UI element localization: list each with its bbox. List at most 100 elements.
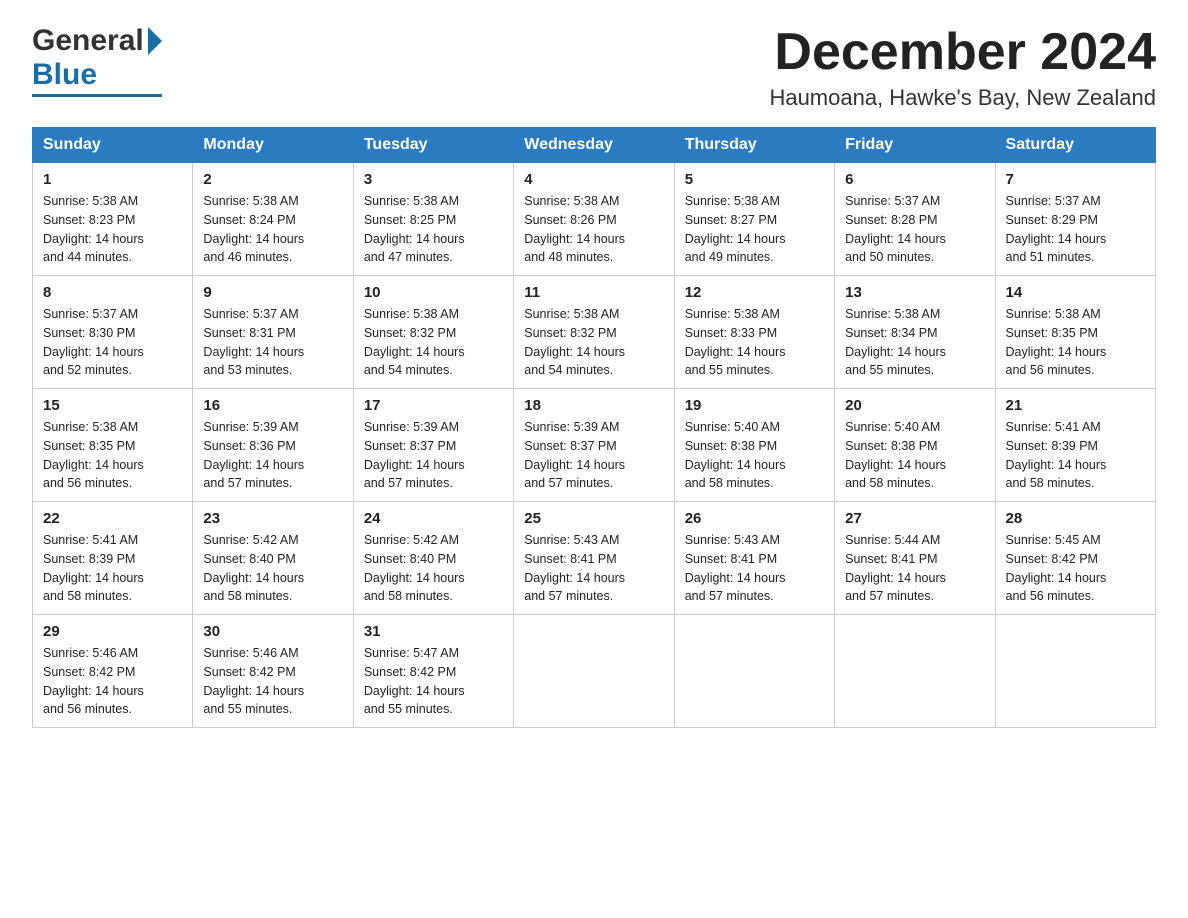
day-info: Sunrise: 5:38 AMSunset: 8:33 PMDaylight:… <box>685 307 786 377</box>
day-info: Sunrise: 5:37 AMSunset: 8:28 PMDaylight:… <box>845 194 946 264</box>
calendar-table: Sunday Monday Tuesday Wednesday Thursday… <box>32 127 1156 728</box>
day-number: 10 <box>364 284 503 301</box>
day-info: Sunrise: 5:38 AMSunset: 8:25 PMDaylight:… <box>364 194 465 264</box>
day-info: Sunrise: 5:40 AMSunset: 8:38 PMDaylight:… <box>685 420 786 490</box>
logo-arrow-icon <box>148 27 162 55</box>
table-row: 4 Sunrise: 5:38 AMSunset: 8:26 PMDayligh… <box>514 163 674 276</box>
table-row: 20 Sunrise: 5:40 AMSunset: 8:38 PMDaylig… <box>835 389 995 502</box>
day-number: 4 <box>524 171 663 188</box>
table-row: 24 Sunrise: 5:42 AMSunset: 8:40 PMDaylig… <box>353 502 513 615</box>
day-info: Sunrise: 5:43 AMSunset: 8:41 PMDaylight:… <box>524 533 625 603</box>
table-row: 26 Sunrise: 5:43 AMSunset: 8:41 PMDaylig… <box>674 502 834 615</box>
table-row: 6 Sunrise: 5:37 AMSunset: 8:28 PMDayligh… <box>835 163 995 276</box>
day-number: 24 <box>364 510 503 527</box>
day-number: 17 <box>364 397 503 414</box>
header-wednesday: Wednesday <box>514 128 674 163</box>
table-row <box>835 615 995 728</box>
table-row: 3 Sunrise: 5:38 AMSunset: 8:25 PMDayligh… <box>353 163 513 276</box>
table-row <box>995 615 1155 728</box>
day-info: Sunrise: 5:38 AMSunset: 8:34 PMDaylight:… <box>845 307 946 377</box>
page-header: General Blue December 2024 Haumoana, Haw… <box>32 24 1156 111</box>
table-row: 15 Sunrise: 5:38 AMSunset: 8:35 PMDaylig… <box>33 389 193 502</box>
day-info: Sunrise: 5:46 AMSunset: 8:42 PMDaylight:… <box>203 646 304 716</box>
table-row: 22 Sunrise: 5:41 AMSunset: 8:39 PMDaylig… <box>33 502 193 615</box>
day-number: 6 <box>845 171 984 188</box>
day-info: Sunrise: 5:39 AMSunset: 8:37 PMDaylight:… <box>364 420 465 490</box>
day-number: 8 <box>43 284 182 301</box>
day-number: 28 <box>1006 510 1145 527</box>
day-number: 15 <box>43 397 182 414</box>
day-number: 13 <box>845 284 984 301</box>
day-number: 14 <box>1006 284 1145 301</box>
table-row: 2 Sunrise: 5:38 AMSunset: 8:24 PMDayligh… <box>193 163 353 276</box>
table-row <box>514 615 674 728</box>
calendar-week-2: 8 Sunrise: 5:37 AMSunset: 8:30 PMDayligh… <box>33 276 1156 389</box>
day-number: 23 <box>203 510 342 527</box>
logo-blue: Blue <box>32 58 97 91</box>
day-number: 26 <box>685 510 824 527</box>
table-row <box>674 615 834 728</box>
logo-general: General <box>32 24 144 58</box>
table-row: 30 Sunrise: 5:46 AMSunset: 8:42 PMDaylig… <box>193 615 353 728</box>
day-info: Sunrise: 5:46 AMSunset: 8:42 PMDaylight:… <box>43 646 144 716</box>
day-info: Sunrise: 5:38 AMSunset: 8:32 PMDaylight:… <box>524 307 625 377</box>
day-number: 29 <box>43 623 182 640</box>
day-number: 2 <box>203 171 342 188</box>
day-number: 30 <box>203 623 342 640</box>
day-info: Sunrise: 5:45 AMSunset: 8:42 PMDaylight:… <box>1006 533 1107 603</box>
day-number: 31 <box>364 623 503 640</box>
day-info: Sunrise: 5:43 AMSunset: 8:41 PMDaylight:… <box>685 533 786 603</box>
day-number: 22 <box>43 510 182 527</box>
table-row: 25 Sunrise: 5:43 AMSunset: 8:41 PMDaylig… <box>514 502 674 615</box>
day-info: Sunrise: 5:40 AMSunset: 8:38 PMDaylight:… <box>845 420 946 490</box>
header-tuesday: Tuesday <box>353 128 513 163</box>
day-number: 11 <box>524 284 663 301</box>
header-friday: Friday <box>835 128 995 163</box>
day-info: Sunrise: 5:38 AMSunset: 8:35 PMDaylight:… <box>1006 307 1107 377</box>
table-row: 21 Sunrise: 5:41 AMSunset: 8:39 PMDaylig… <box>995 389 1155 502</box>
day-number: 21 <box>1006 397 1145 414</box>
day-number: 16 <box>203 397 342 414</box>
day-number: 25 <box>524 510 663 527</box>
header-sunday: Sunday <box>33 128 193 163</box>
day-number: 5 <box>685 171 824 188</box>
day-info: Sunrise: 5:42 AMSunset: 8:40 PMDaylight:… <box>203 533 304 603</box>
day-info: Sunrise: 5:39 AMSunset: 8:37 PMDaylight:… <box>524 420 625 490</box>
header-saturday: Saturday <box>995 128 1155 163</box>
calendar-week-1: 1 Sunrise: 5:38 AMSunset: 8:23 PMDayligh… <box>33 163 1156 276</box>
day-info: Sunrise: 5:47 AMSunset: 8:42 PMDaylight:… <box>364 646 465 716</box>
location-subtitle: Haumoana, Hawke's Bay, New Zealand <box>769 85 1156 111</box>
table-row: 28 Sunrise: 5:45 AMSunset: 8:42 PMDaylig… <box>995 502 1155 615</box>
day-info: Sunrise: 5:37 AMSunset: 8:31 PMDaylight:… <box>203 307 304 377</box>
table-row: 31 Sunrise: 5:47 AMSunset: 8:42 PMDaylig… <box>353 615 513 728</box>
day-number: 9 <box>203 284 342 301</box>
logo-underline <box>32 94 162 97</box>
day-number: 3 <box>364 171 503 188</box>
table-row: 12 Sunrise: 5:38 AMSunset: 8:33 PMDaylig… <box>674 276 834 389</box>
table-row: 27 Sunrise: 5:44 AMSunset: 8:41 PMDaylig… <box>835 502 995 615</box>
day-number: 7 <box>1006 171 1145 188</box>
table-row: 17 Sunrise: 5:39 AMSunset: 8:37 PMDaylig… <box>353 389 513 502</box>
day-info: Sunrise: 5:38 AMSunset: 8:35 PMDaylight:… <box>43 420 144 490</box>
table-row: 19 Sunrise: 5:40 AMSunset: 8:38 PMDaylig… <box>674 389 834 502</box>
day-info: Sunrise: 5:37 AMSunset: 8:30 PMDaylight:… <box>43 307 144 377</box>
day-number: 27 <box>845 510 984 527</box>
table-row: 5 Sunrise: 5:38 AMSunset: 8:27 PMDayligh… <box>674 163 834 276</box>
header-thursday: Thursday <box>674 128 834 163</box>
table-row: 7 Sunrise: 5:37 AMSunset: 8:29 PMDayligh… <box>995 163 1155 276</box>
month-title: December 2024 <box>769 24 1156 81</box>
day-number: 20 <box>845 397 984 414</box>
day-number: 12 <box>685 284 824 301</box>
table-row: 10 Sunrise: 5:38 AMSunset: 8:32 PMDaylig… <box>353 276 513 389</box>
day-number: 18 <box>524 397 663 414</box>
day-number: 19 <box>685 397 824 414</box>
day-info: Sunrise: 5:42 AMSunset: 8:40 PMDaylight:… <box>364 533 465 603</box>
table-row: 1 Sunrise: 5:38 AMSunset: 8:23 PMDayligh… <box>33 163 193 276</box>
day-info: Sunrise: 5:37 AMSunset: 8:29 PMDaylight:… <box>1006 194 1107 264</box>
table-row: 18 Sunrise: 5:39 AMSunset: 8:37 PMDaylig… <box>514 389 674 502</box>
day-info: Sunrise: 5:44 AMSunset: 8:41 PMDaylight:… <box>845 533 946 603</box>
day-info: Sunrise: 5:38 AMSunset: 8:26 PMDaylight:… <box>524 194 625 264</box>
calendar-week-3: 15 Sunrise: 5:38 AMSunset: 8:35 PMDaylig… <box>33 389 1156 502</box>
day-info: Sunrise: 5:39 AMSunset: 8:36 PMDaylight:… <box>203 420 304 490</box>
day-number: 1 <box>43 171 182 188</box>
